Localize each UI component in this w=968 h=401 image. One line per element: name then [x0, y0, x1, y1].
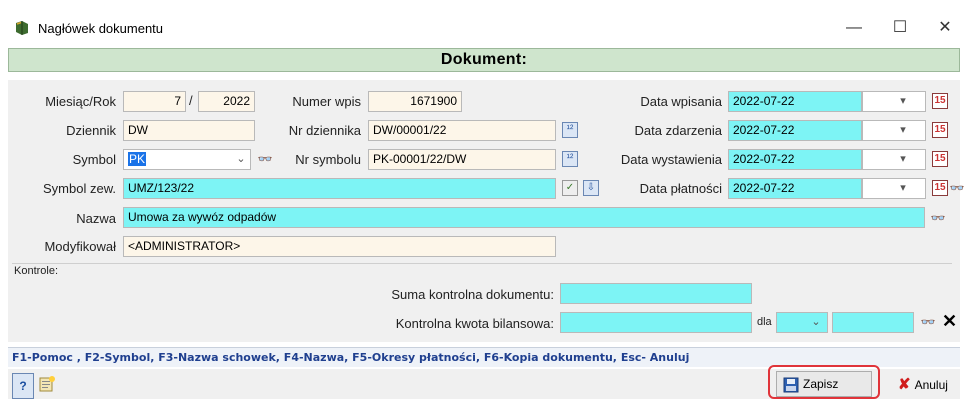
calendar-icon[interactable]: 15 [932, 151, 948, 167]
entry-number-label: Numer wpis [292, 94, 361, 109]
year-field[interactable]: 2022 [198, 91, 255, 112]
calendar-icon[interactable]: 15 [932, 180, 948, 196]
close-button[interactable]: ✕ [922, 14, 968, 42]
binoculars-icon[interactable]: 👓 [920, 314, 936, 330]
red-x-icon: ✘ [898, 376, 911, 393]
new-document-icon[interactable] [38, 375, 56, 393]
journal-number-field[interactable]: DW/00001/22 [368, 120, 556, 141]
modified-by-field: <ADMINISTRATOR> [123, 236, 556, 257]
chevron-down-icon[interactable]: ⌄ [806, 313, 826, 332]
journal-number-label: Nr dziennika [288, 123, 361, 138]
balance-field[interactable] [560, 312, 752, 333]
number-picker-icon[interactable]: ¹² [562, 151, 578, 167]
number-picker-icon[interactable]: ¹² [562, 122, 578, 138]
symbol-number-label: Nr symbolu [295, 152, 361, 167]
balance-label: Kontrolna kwota bilansowa: [395, 316, 554, 331]
chevron-down-icon[interactable]: ▾ [893, 150, 913, 169]
cancel-button[interactable]: ✘ Anuluj [898, 373, 948, 397]
event-date-field[interactable]: 2022-07-22 [728, 120, 862, 141]
external-symbol-label: Symbol zew. [43, 181, 116, 196]
calendar-icon[interactable]: 15 [932, 93, 948, 109]
checksum-label: Suma kontrolna dokumentu: [391, 287, 554, 302]
minimize-button[interactable]: — [831, 14, 877, 42]
symbol-number-field[interactable]: PK-00001/22/DW [368, 149, 556, 170]
window-title: Nagłówek dokumentu [38, 21, 164, 36]
document-header: Dokument: [8, 48, 960, 72]
name-field[interactable]: Umowa za wywóz odpadów [123, 207, 925, 228]
month-year-label: Miesiąc/Rok [45, 94, 116, 109]
calendar-icon[interactable]: 15 [932, 122, 948, 138]
chevron-down-icon[interactable]: ▾ [893, 92, 913, 111]
symbol-label: Symbol [72, 152, 116, 167]
event-date-label: Data zdarzenia [634, 123, 722, 138]
external-symbol-field[interactable]: UMZ/123/22 [123, 178, 556, 199]
help-button[interactable]: ? [12, 373, 34, 399]
payment-date-label: Data płatności [639, 181, 722, 196]
down-arrow-icon[interactable]: ⇩ [583, 180, 599, 196]
month-year-separator: / [189, 93, 193, 108]
symbol-value: PK [128, 152, 147, 166]
checksum-field[interactable] [560, 283, 752, 304]
binoculars-icon[interactable]: 👓 [949, 180, 965, 196]
save-button[interactable]: Zapisz [776, 371, 872, 397]
month-field[interactable]: 7 [123, 91, 186, 112]
chevron-down-icon[interactable]: ▾ [893, 121, 913, 140]
issue-date-field[interactable]: 2022-07-22 [728, 149, 862, 170]
check-icon[interactable]: ✓ [562, 180, 578, 196]
journal-label: Dziennik [66, 123, 116, 138]
name-label: Nazwa [76, 211, 116, 226]
chevron-down-icon[interactable]: ▾ [893, 179, 913, 198]
modified-by-label: Modyfikował [44, 239, 116, 254]
controls-section-label: Kontrole: [14, 265, 59, 277]
x-icon[interactable]: ✕ [942, 311, 957, 331]
save-label: Zapisz [803, 377, 839, 391]
binoculars-icon[interactable]: 👓 [930, 210, 946, 226]
journal-field[interactable]: DW [123, 120, 255, 141]
payment-date-field[interactable]: 2022-07-22 [728, 178, 862, 199]
cancel-label: Anuluj [914, 378, 948, 392]
shortcut-hint: F1-Pomoc , F2-Symbol, F3-Nazwa schowek, … [8, 347, 960, 367]
entry-date-label: Data wpisania [640, 94, 722, 109]
for-amount-field[interactable] [832, 312, 914, 333]
maximize-button[interactable]: ☐ [877, 14, 923, 42]
book-icon [16, 21, 28, 35]
for-label: dla [757, 316, 772, 328]
issue-date-label: Data wystawienia [620, 152, 722, 167]
entry-number-field[interactable]: 1671900 [368, 91, 462, 112]
controls-divider [12, 263, 952, 264]
entry-date-field[interactable]: 2022-07-22 [728, 91, 862, 112]
floppy-icon [783, 377, 799, 393]
chevron-down-icon[interactable]: ⌄ [231, 150, 251, 169]
